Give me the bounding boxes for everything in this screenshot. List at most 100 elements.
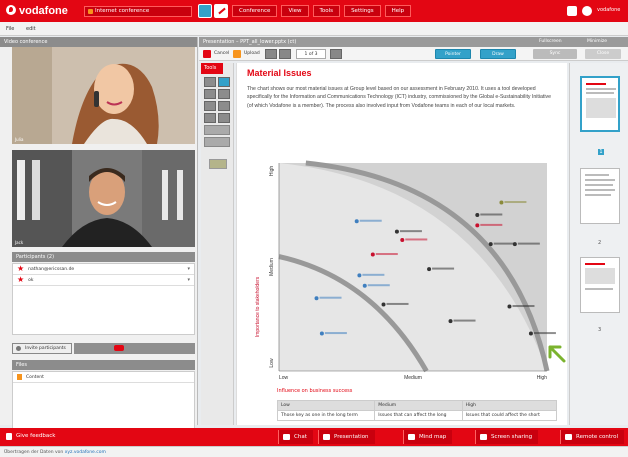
point-label-line	[324, 332, 347, 335]
cancel-button[interactable]: Cancel	[203, 49, 229, 59]
next-page-button[interactable]	[330, 49, 342, 59]
participant-row[interactable]: ★ nathan@ericssan.de ▾	[13, 264, 194, 275]
chart-point	[319, 331, 324, 336]
select-tool-icon[interactable]	[204, 77, 216, 87]
remote-control-button[interactable]: Remote control	[560, 430, 625, 444]
file-row[interactable]: Content	[13, 372, 194, 383]
man-smiling-image	[12, 150, 195, 247]
line-tool-icon[interactable]	[204, 113, 216, 123]
give-feedback-button[interactable]: Give feedback	[6, 433, 55, 440]
fullscreen-link[interactable]: Fullscreen	[539, 37, 562, 47]
table-header-row: Low Medium High	[276, 400, 558, 411]
page-indicator[interactable]: 1 of 3	[296, 49, 326, 59]
pen-icon[interactable]	[214, 4, 228, 18]
influence-table: Low Medium High Those key as one in the …	[276, 400, 558, 421]
point-label-line	[399, 230, 422, 233]
brand-name: vodafone	[19, 5, 68, 17]
line-width-picker[interactable]	[204, 137, 230, 147]
table-cell: Issues that could affect the short	[461, 410, 558, 421]
presentation-header: Presentation – PPT_all_lower.pptx (ct) F…	[199, 37, 628, 47]
menu-view[interactable]: View	[281, 5, 309, 17]
chart-point	[357, 273, 362, 278]
x-tick-label: High	[537, 375, 548, 381]
first-page-button[interactable]	[265, 49, 277, 59]
point-label-line	[480, 223, 503, 226]
invite-row: Invite participants	[12, 342, 195, 354]
presentation-button[interactable]: Presentation	[318, 430, 375, 444]
marker-tool-icon[interactable]	[218, 89, 230, 99]
menu-help[interactable]: Help	[384, 5, 412, 17]
chart-point	[354, 219, 359, 224]
app-window: vodafone Internet conference Conference …	[0, 0, 628, 457]
point-label-line	[319, 296, 342, 299]
vodafone-mark-icon	[6, 5, 16, 15]
chart-point	[499, 200, 504, 205]
conference-title[interactable]: Internet conference	[84, 6, 192, 17]
mind-map-button[interactable]: Mind map	[403, 430, 453, 444]
slide-thumbnail-3[interactable]	[580, 257, 620, 313]
settings-icon[interactable]	[582, 6, 592, 16]
pen-tool-icon[interactable]	[204, 89, 216, 99]
chart-point	[370, 252, 375, 257]
pointer-tool-icon[interactable]	[218, 77, 230, 87]
chart-point	[394, 229, 399, 234]
status-link[interactable]: xyz.vodafone.com	[65, 450, 106, 455]
window-icon[interactable]	[567, 6, 577, 16]
sync-button[interactable]: Sync	[533, 49, 577, 59]
participant-row[interactable]: ★ ok ▾	[13, 275, 194, 286]
invite-participants-button[interactable]: Invite participants	[12, 342, 72, 354]
x-tick-label: Medium	[404, 375, 422, 381]
tool-grid	[204, 77, 233, 123]
point-label-line	[504, 201, 527, 204]
chart-point	[512, 242, 517, 247]
x-tick-label: Low	[279, 375, 289, 381]
prev-page-button[interactable]	[279, 49, 291, 59]
star-icon: ★	[17, 275, 25, 284]
upload-button[interactable]: Upload	[233, 49, 260, 59]
chart-point	[507, 304, 512, 309]
chart-point	[400, 237, 405, 242]
slide-thumbnail-1[interactable]	[580, 76, 620, 132]
menu-conference[interactable]: Conference	[232, 5, 278, 17]
table-header-cell: Low	[276, 400, 376, 411]
color-picker[interactable]	[204, 125, 230, 135]
bottom-bar: Give feedback Chat Presentation Mind map…	[0, 428, 628, 446]
files-header: Files	[12, 360, 195, 370]
sub-menu-bar: File edit	[0, 22, 628, 36]
video-feed-2[interactable]: Jack	[12, 150, 195, 247]
menu-edit[interactable]: edit	[26, 26, 36, 32]
point-label-line	[533, 332, 556, 335]
highlighter-tool[interactable]	[209, 159, 227, 169]
point-label-line	[375, 253, 398, 256]
close-presentation-button[interactable]: Close	[585, 49, 621, 59]
chart-point	[488, 242, 493, 247]
people-icon[interactable]	[198, 4, 212, 18]
point-label-line	[405, 238, 428, 241]
chart-point	[427, 267, 432, 272]
pointer-button[interactable]: Pointer	[435, 49, 471, 59]
table-header-cell: Medium	[374, 400, 463, 411]
slide-body-text: The chart shows our most material issues…	[247, 86, 551, 109]
chevron-down-icon[interactable]: ▾	[187, 266, 190, 272]
menu-settings[interactable]: Settings	[344, 5, 381, 17]
table-cell: Those key as one in the long term	[276, 410, 376, 421]
participant-name: nathan@ericssan.de	[28, 266, 75, 272]
draw-button[interactable]: Draw	[480, 49, 516, 59]
text-tool-icon[interactable]	[204, 101, 216, 111]
chat-button[interactable]: Chat	[278, 430, 313, 444]
chevron-down-icon[interactable]: ▾	[187, 277, 190, 283]
eraser-tool-icon[interactable]	[218, 113, 230, 123]
shape-tool-icon[interactable]	[218, 101, 230, 111]
volume-control[interactable]	[74, 342, 195, 354]
materiality-chart: Low Medium High Low Medium High Importance to …	[255, 160, 556, 381]
slide-canvas[interactable]: Material Issues The chart shows our most…	[236, 63, 567, 425]
minimize-link[interactable]: Minimize	[587, 37, 607, 47]
vodafone-logo: vodafone	[6, 5, 68, 17]
menu-tools[interactable]: Tools	[312, 5, 341, 17]
main-menu: Conference View Tools Settings Help	[232, 5, 412, 17]
thumbnail-number: 3	[598, 327, 602, 333]
screen-sharing-button[interactable]: Screen sharing	[475, 430, 539, 444]
video-feed-1[interactable]: Julia	[12, 47, 195, 144]
slide-thumbnail-2[interactable]	[580, 168, 620, 224]
menu-file[interactable]: File	[6, 26, 14, 32]
